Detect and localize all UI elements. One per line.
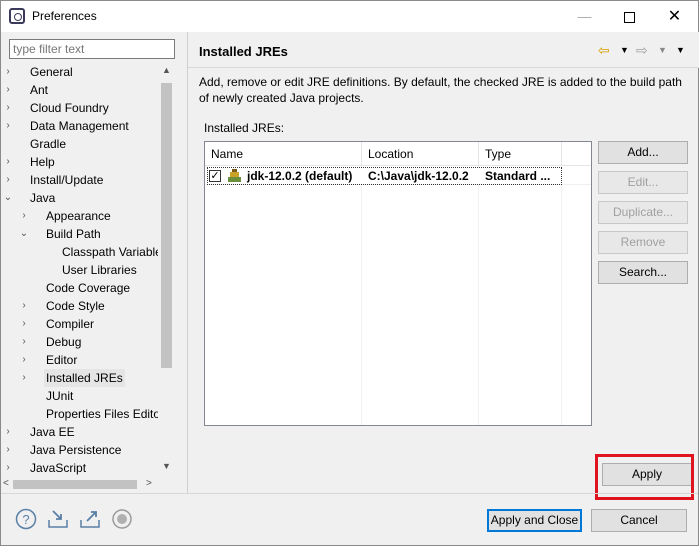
filter-input[interactable]: type filter text	[9, 39, 175, 59]
tree-item-label: Debug	[46, 335, 82, 349]
forward-arrow-icon[interactable]: ⇨	[636, 42, 648, 59]
apply-and-close-button[interactable]: Apply and Close	[487, 509, 582, 532]
chevron-right-icon[interactable]: ›	[3, 423, 13, 441]
tree-item-label: Properties Files Editor	[46, 407, 165, 421]
tree-item-label: Code Style	[46, 299, 105, 313]
edit-button[interactable]: Edit...	[598, 171, 688, 194]
maximize-button[interactable]	[607, 1, 652, 32]
row-focus-outline	[207, 167, 562, 185]
chevron-right-icon[interactable]: ›	[3, 459, 13, 477]
tree-item-label: Java EE	[30, 425, 75, 439]
chevron-right-icon[interactable]: ›	[19, 369, 29, 387]
tree-item-label: JUnit	[46, 389, 74, 403]
tree-item-label: Build Path	[46, 227, 101, 241]
chevron-down-icon[interactable]: ⌄	[19, 225, 29, 243]
scroll-left-icon[interactable]: <	[3, 477, 9, 491]
chevron-right-icon[interactable]: ›	[3, 63, 13, 81]
tree-item-label: Classpath Variable	[62, 245, 162, 259]
scroll-up-icon[interactable]: ▲	[158, 65, 175, 79]
tree-horizontal-scrollbar[interactable]: < >	[1, 477, 175, 491]
eclipse-app-icon	[9, 8, 25, 24]
tree-item-label: Data Management	[30, 119, 129, 133]
chevron-right-icon[interactable]: ›	[3, 441, 13, 459]
maximize-icon	[624, 11, 635, 23]
tree-item-label: Cloud Foundry	[30, 101, 109, 115]
tree-item-label: Java Persistence	[30, 443, 122, 457]
column-header-location[interactable]: Location	[362, 142, 479, 166]
column-divider	[561, 166, 562, 425]
chevron-right-icon[interactable]: ›	[3, 81, 13, 99]
bottom-separator	[1, 493, 698, 494]
installed-jres-label: Installed JREs:	[204, 121, 285, 135]
cancel-button[interactable]: Cancel	[591, 509, 687, 532]
chevron-right-icon[interactable]: ›	[19, 351, 29, 369]
chevron-right-icon[interactable]: ›	[3, 153, 13, 171]
chevron-right-icon[interactable]: ›	[19, 333, 29, 351]
tree-item-label: Install/Update	[30, 173, 104, 187]
tree-item-label: Code Coverage	[46, 281, 131, 295]
view-menu-icon[interactable]: ▼	[676, 45, 685, 55]
tree-item-label: General	[30, 65, 73, 79]
chevron-right-icon[interactable]: ›	[19, 297, 29, 315]
chevron-right-icon[interactable]: ›	[19, 315, 29, 333]
chevron-right-icon[interactable]: ›	[3, 117, 13, 135]
column-divider	[478, 166, 479, 425]
scroll-right-icon[interactable]: >	[146, 477, 152, 491]
preference-tree: › General › Ant › Cloud Foundry › Data Manageme…	[1, 63, 175, 477]
back-arrow-icon[interactable]: ⇦	[598, 42, 610, 59]
back-dropdown-icon[interactable]: ▼	[620, 45, 629, 55]
page-description: Add, remove or edit JRE definitions. By …	[199, 75, 682, 105]
tree-item-label: Appearance	[46, 209, 111, 223]
chevron-right-icon[interactable]: ›	[19, 207, 29, 225]
record-icon[interactable]	[111, 508, 133, 530]
tree-item-label: Compiler	[46, 317, 95, 331]
scroll-thumb[interactable]	[161, 83, 172, 368]
tree-vertical-scrollbar[interactable]: ▲ ▼	[158, 63, 175, 477]
column-divider	[361, 166, 362, 425]
remove-button[interactable]: Remove	[598, 231, 688, 254]
tree-item-label: Help	[30, 155, 55, 169]
title-bar: Preferences — ✕	[1, 1, 698, 32]
tree-item-label: Gradle	[30, 137, 67, 151]
hscroll-thumb[interactable]	[13, 480, 137, 489]
search-button[interactable]: Search...	[598, 261, 688, 284]
export-icon[interactable]	[79, 508, 101, 530]
tree-item-label: Installed JREs	[44, 369, 125, 387]
page-header: Installed JREs ⇦ ▼ ⇨ ▼ ▼	[188, 32, 699, 68]
add-button[interactable]: Add...	[598, 141, 688, 164]
tree-item-label: Editor	[46, 353, 78, 367]
svg-text:?: ?	[22, 512, 29, 527]
chevron-down-icon[interactable]: ⌄	[3, 189, 13, 207]
close-button[interactable]: ✕	[652, 1, 697, 32]
column-header-type[interactable]: Type	[479, 142, 562, 166]
tree-item-label: Java	[30, 191, 56, 205]
window-title: Preferences	[32, 9, 97, 23]
forward-dropdown-icon[interactable]: ▼	[658, 45, 667, 55]
import-icon[interactable]	[47, 508, 69, 530]
minimize-button[interactable]: —	[562, 1, 607, 32]
scroll-down-icon[interactable]: ▼	[158, 461, 175, 475]
tree-item-label: JavaScript	[30, 461, 87, 475]
preferences-window: Preferences — ✕ type filter text › Genera…	[0, 0, 699, 546]
pane-divider[interactable]	[187, 32, 188, 494]
chevron-right-icon[interactable]: ›	[3, 171, 13, 189]
page-title: Installed JREs	[199, 44, 288, 59]
tree-item-label: Ant	[30, 83, 49, 97]
chevron-right-icon[interactable]: ›	[3, 99, 13, 117]
help-icon[interactable]: ?	[15, 508, 37, 530]
table-header: Name Location Type	[205, 142, 591, 166]
tree-item-label: User Libraries	[62, 263, 137, 277]
duplicate-button[interactable]: Duplicate...	[598, 201, 688, 224]
jre-table: Name Location Type ✓ jdk-12.0.2 (default…	[204, 141, 592, 426]
column-header-name[interactable]: Name	[205, 142, 362, 166]
